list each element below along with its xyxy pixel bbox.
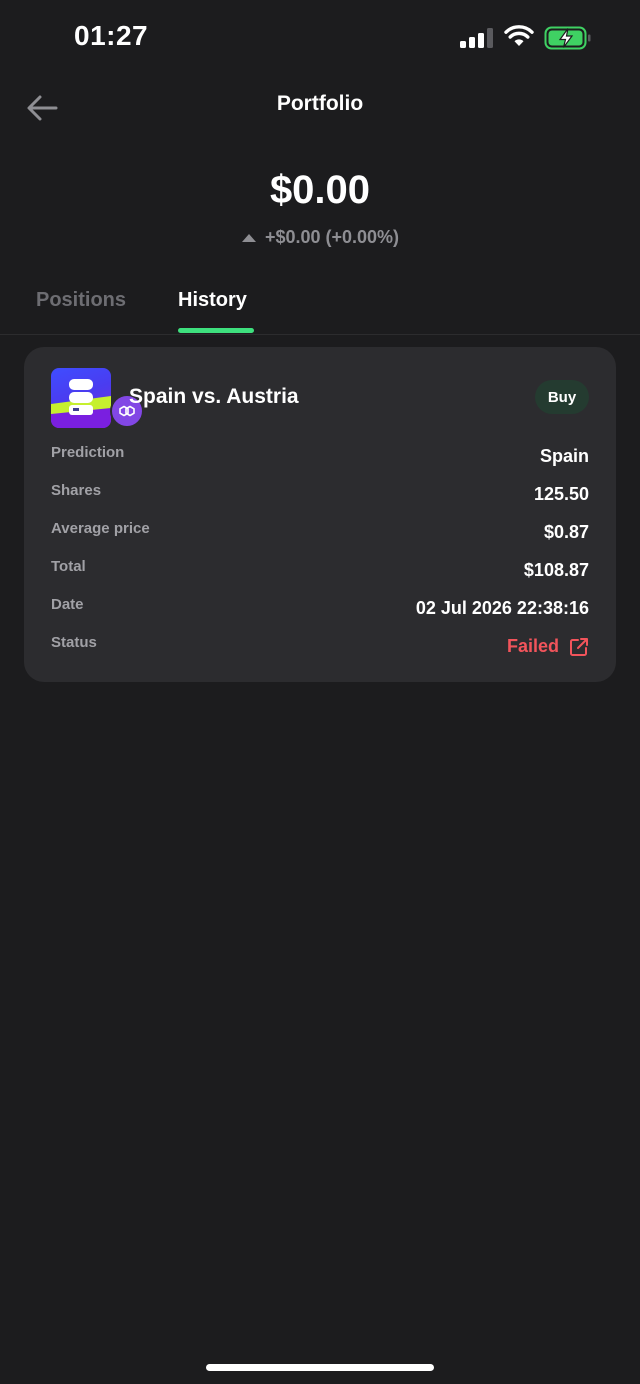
active-tab-indicator — [178, 328, 254, 333]
detail-value: $108.87 — [523, 560, 589, 580]
page-title: Portfolio — [276, 92, 364, 115]
status-bar: 01:27 — [0, 0, 640, 80]
detail-value: 02 Jul 2026 22:38:16 — [415, 598, 589, 618]
detail-label: Total — [51, 558, 86, 575]
header: Portfolio — [0, 80, 640, 134]
tab-positions[interactable]: Positions — [36, 289, 126, 312]
portfolio-tabs: Positions History — [0, 286, 640, 335]
status-link[interactable]: Failed — [507, 636, 589, 657]
triangle-up-icon — [241, 233, 256, 242]
detail-value: 125.50 — [533, 484, 589, 504]
home-indicator[interactable] — [206, 1364, 434, 1371]
detail-value: $0.87 — [543, 522, 589, 542]
detail-row-prediction: Prediction Spain — [51, 444, 589, 470]
portfolio-balance: $0.00 — [269, 168, 371, 212]
detail-row-total: Total $108.87 — [51, 558, 589, 584]
detail-row-status: Status Failed — [51, 634, 589, 660]
tab-history[interactable]: History — [178, 289, 247, 312]
detail-label: Date — [51, 596, 84, 613]
detail-row-date: Date 02 Jul 2026 22:38:16 — [51, 596, 589, 622]
detail-label: Prediction — [51, 444, 125, 461]
external-link-icon — [570, 637, 588, 656]
detail-label: Status — [51, 634, 97, 651]
portfolio-change: +$0.00 (+0.00%) — [0, 227, 640, 248]
side-badge: Buy — [535, 380, 589, 414]
change-value: +$0.00 (+0.00%) — [264, 227, 400, 247]
signal-icon — [460, 28, 493, 48]
detail-label: Average price — [51, 520, 150, 537]
detail-row-shares: Shares 125.50 — [51, 482, 589, 508]
wifi-icon — [504, 25, 534, 46]
status-time: 01:27 — [74, 20, 149, 51]
detail-value: Spain — [539, 446, 589, 466]
history-card[interactable]: Spain vs. Austria Buy Prediction Spain S… — [24, 347, 616, 682]
market-title: Spain vs. Austria — [129, 385, 299, 408]
market-icon — [51, 368, 111, 428]
battery-charging-icon — [544, 26, 591, 50]
status-text: Failed — [506, 636, 559, 656]
detail-label: Shares — [51, 482, 102, 499]
detail-row-average-price: Average price $0.87 — [51, 520, 589, 546]
